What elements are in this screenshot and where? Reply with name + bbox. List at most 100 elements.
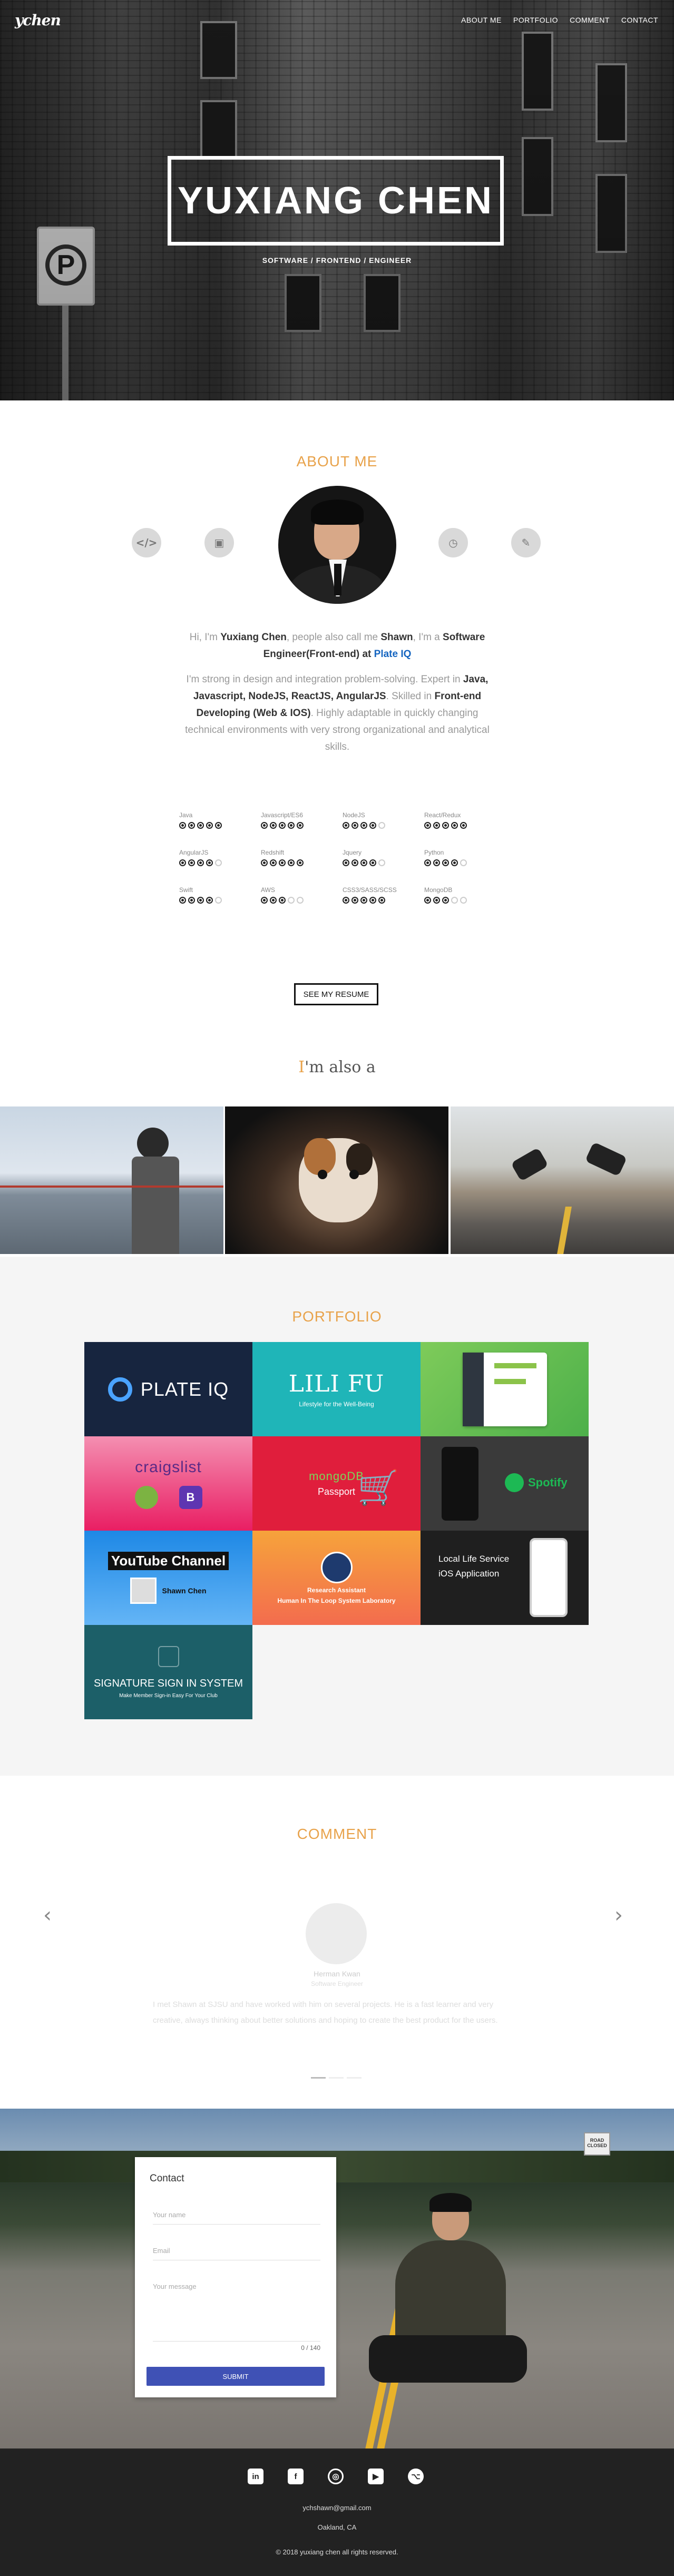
footer-email[interactable]: ychshawn@gmail.com xyxy=(0,2504,674,2512)
nav-about[interactable]: ABOUT ME xyxy=(461,16,502,24)
photo-road-jump xyxy=(451,1106,674,1254)
rating-dot xyxy=(360,822,367,829)
footer xyxy=(0,2448,674,2576)
rating-dot xyxy=(460,897,467,904)
rating-dot xyxy=(215,822,222,829)
channel-avatar xyxy=(130,1578,157,1604)
rating-dot xyxy=(451,897,458,904)
skill-rating xyxy=(424,859,506,866)
rating-dot xyxy=(270,859,277,866)
linkedin-icon[interactable]: in xyxy=(248,2469,263,2484)
instagram-icon[interactable]: ◎ xyxy=(328,2469,344,2484)
portfolio-tile-craigslist[interactable]: craigslist B xyxy=(84,1436,252,1531)
rating-dot xyxy=(279,859,286,866)
intro-paragraph-1: Hi, I'm Yuxiang Chen, people also call m… xyxy=(189,632,485,660)
phone-mockup xyxy=(442,1447,478,1521)
rating-dot xyxy=(343,859,349,866)
portfolio-tile-ios-app[interactable]: Local Life Service iOS Application xyxy=(421,1531,589,1625)
rating-dot xyxy=(188,897,195,904)
carousel-dot[interactable] xyxy=(329,2077,344,2079)
footer-copyright: © 2018 yuxiang chen all rights reserved. xyxy=(276,2548,398,2556)
commenter-role: Software Engineer xyxy=(311,1980,363,1987)
commenter-avatar xyxy=(306,1903,367,1964)
skill-item: CSS3/SASS/SCSS xyxy=(343,886,424,904)
plate-iq-link[interactable]: Plate IQ xyxy=(374,649,412,660)
rating-dot xyxy=(351,897,358,904)
message-textarea[interactable]: Your message xyxy=(153,2283,320,2342)
portfolio-tile-spotify[interactable]: Spotify xyxy=(421,1436,589,1531)
portfolio-tile-research[interactable]: Research Assistant Human In The Loop Sys… xyxy=(252,1531,421,1625)
rating-dot xyxy=(288,822,295,829)
skill-name: Redshift xyxy=(261,849,285,856)
portfolio-title: PORTFOLIO xyxy=(292,1308,382,1325)
skill-name: Jquery xyxy=(343,849,362,856)
node-icon xyxy=(134,1485,158,1509)
profile-avatar xyxy=(278,486,396,604)
rating-dot xyxy=(197,859,204,866)
iphone-mockup xyxy=(530,1538,568,1617)
social-links: in f ◎ ▶ ⌥ xyxy=(248,2469,424,2484)
photo-golden-gate xyxy=(0,1106,223,1254)
skill-rating xyxy=(343,897,424,904)
rating-dot xyxy=(297,897,304,904)
rating-dot xyxy=(451,859,458,866)
site-logo[interactable]: ychen xyxy=(15,12,61,29)
comment-title: COMMENT xyxy=(297,1826,377,1842)
skill-rating xyxy=(261,822,343,829)
rating-dot xyxy=(188,859,195,866)
rating-dot xyxy=(179,897,186,904)
about-title: ABOUT ME xyxy=(296,453,378,469)
rating-dot xyxy=(297,822,304,829)
rating-dot xyxy=(270,897,277,904)
nav-comment[interactable]: COMMENT xyxy=(570,16,610,24)
skill-item: Python xyxy=(424,849,506,866)
person-legs xyxy=(369,2335,527,2383)
next-arrow-icon[interactable]: › xyxy=(614,1903,623,1927)
rating-dot xyxy=(215,859,222,866)
skill-rating xyxy=(424,822,506,829)
person-body xyxy=(395,2240,506,2351)
skill-rating xyxy=(261,859,343,866)
nav-portfolio[interactable]: PORTFOLIO xyxy=(513,16,558,24)
clock-icon[interactable]: ◷ xyxy=(438,528,468,557)
portfolio-tile-youtube[interactable]: YouTube Channel Shawn Chen xyxy=(84,1531,252,1625)
carousel-dot[interactable] xyxy=(347,2077,362,2079)
skill-item: NodeJS xyxy=(343,811,424,829)
portfolio-tile-lili-fu[interactable]: LILI FU Lifestyle for the Well-Being xyxy=(252,1342,421,1436)
skill-item: AngularJS xyxy=(179,849,261,866)
name-input[interactable]: Your name xyxy=(153,2211,320,2225)
message-counter: 0 / 140 xyxy=(301,2344,320,2352)
submit-button[interactable]: SUBMIT xyxy=(146,2367,325,2386)
skill-rating xyxy=(261,897,343,904)
prev-arrow-icon[interactable]: ‹ xyxy=(43,1903,52,1927)
github-icon[interactable]: ⌥ xyxy=(408,2469,424,2484)
skill-item: Jquery xyxy=(343,849,424,866)
portfolio-tile-chat-app[interactable] xyxy=(421,1342,589,1436)
rating-dot xyxy=(197,897,204,904)
portfolio-tile-signature[interactable]: SIGNATURE SIGN IN SYSTEM Make Member Sig… xyxy=(84,1625,252,1719)
skill-name: Java xyxy=(179,811,193,819)
also-heading: I'm also a xyxy=(298,1058,376,1076)
skill-item: MongoDB xyxy=(424,886,506,904)
skill-item: Javascript/ES6 xyxy=(261,811,343,829)
rating-dot xyxy=(206,859,213,866)
carousel-dot[interactable] xyxy=(311,2077,326,2079)
rating-dot xyxy=(343,897,349,904)
pencil-icon[interactable]: ✎ xyxy=(511,528,541,557)
portfolio-tile-mongodb[interactable]: mongoDB Passport 🛒 xyxy=(252,1436,421,1531)
see-resume-button[interactable]: SEE MY RESUME xyxy=(294,983,378,1005)
rating-dot xyxy=(378,897,385,904)
nav-contact[interactable]: CONTACT xyxy=(621,16,658,24)
email-input[interactable]: Email xyxy=(153,2247,320,2260)
facebook-icon[interactable]: f xyxy=(288,2469,304,2484)
code-icon[interactable]: </> xyxy=(132,528,161,557)
portfolio-tile-plate-iq[interactable]: PLATE IQ xyxy=(84,1342,252,1436)
image-icon[interactable]: ▣ xyxy=(204,528,234,557)
youtube-icon[interactable]: ▶ xyxy=(368,2469,384,2484)
hero-title-box: YUXIANG CHEN xyxy=(168,156,504,246)
skills-grid: Java Javascript/ES6 NodeJS React/Redux Angul… xyxy=(179,811,506,904)
skill-rating xyxy=(179,897,261,904)
rating-dot xyxy=(360,897,367,904)
rating-dot xyxy=(188,822,195,829)
rating-dot xyxy=(288,897,295,904)
